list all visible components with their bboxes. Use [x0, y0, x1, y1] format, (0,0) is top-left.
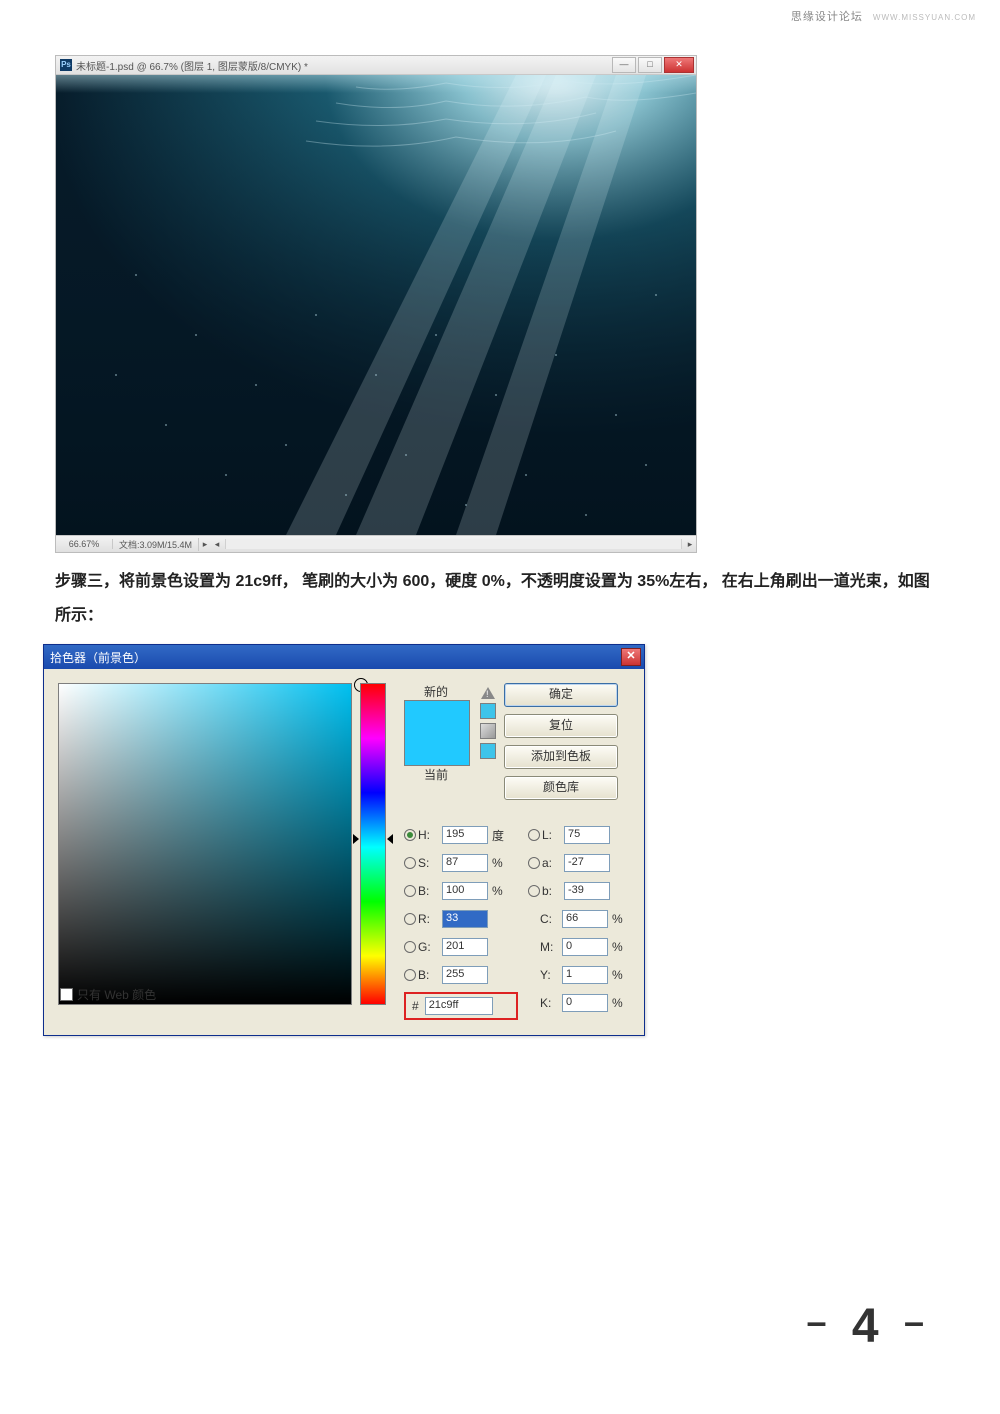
watermark-text: 思缘设计论坛 [791, 11, 863, 23]
unit-pct-y: % [608, 968, 630, 982]
web-only-checkbox-row: 只有 Web 颜色 [60, 986, 156, 1003]
input-l[interactable]: 75 [564, 826, 610, 844]
doc-info: 文档:3.09M/15.4M [113, 538, 199, 551]
label-g: G: [418, 940, 442, 954]
color-swatch [404, 700, 470, 766]
maximize-button[interactable]: □ [638, 57, 662, 73]
unit-pct-k: % [608, 996, 630, 1010]
input-a[interactable]: -27 [564, 854, 610, 872]
websafe-swatch[interactable] [480, 743, 496, 759]
color-library-button[interactable]: 颜色库 [504, 776, 618, 800]
new-color-label: 新的 [404, 683, 468, 700]
color-picker-dialog: 拾色器（前景色） ✕ 新的 当前 [43, 644, 645, 1036]
label-s: S: [418, 856, 442, 870]
current-color [405, 733, 469, 765]
websafe-cube-icon[interactable] [480, 723, 496, 739]
unit-pct-m: % [608, 940, 630, 954]
watermark-url: WWW.MISSYUAN.COM [873, 13, 976, 22]
unit-pct-b: % [488, 884, 510, 898]
input-h[interactable]: 195 [442, 826, 488, 844]
gamut-warning-icon[interactable] [481, 687, 495, 699]
scroll-left-arrow-icon[interactable]: ◂ [211, 539, 223, 550]
add-swatch-button[interactable]: 添加到色板 [504, 745, 618, 769]
gamut-swatch[interactable] [480, 703, 496, 719]
current-color-label: 当前 [404, 766, 468, 783]
label-h: H: [418, 828, 442, 842]
saturation-brightness-field[interactable] [58, 683, 352, 1005]
hscrollbar[interactable] [225, 539, 682, 549]
window-controls: — □ ✕ [610, 57, 694, 73]
new-color [405, 701, 469, 733]
label-hash: # [412, 999, 419, 1013]
input-s[interactable]: 87 [442, 854, 488, 872]
close-icon[interactable]: ✕ [621, 648, 641, 666]
radio-bc[interactable] [404, 969, 416, 981]
scroll-right-arrow-icon[interactable]: ▸ [684, 539, 696, 550]
label-c: C: [540, 912, 562, 926]
label-bc: B: [418, 968, 442, 982]
dialog-body: 新的 当前 确定 复位 添加到色板 颜色库 [44, 669, 644, 1035]
step-text: 步骤三，将前景色设置为 21c9ff， 笔刷的大小为 600，硬度 0%，不透明… [55, 565, 945, 632]
input-hex[interactable]: 21c9ff [425, 997, 493, 1015]
close-button[interactable]: ✕ [664, 57, 694, 73]
hue-strip[interactable] [360, 683, 386, 1005]
radio-s[interactable] [404, 857, 416, 869]
watermark: 思缘设计论坛 WWW.MISSYUAN.COM [791, 8, 976, 24]
input-m[interactable]: 0 [562, 938, 608, 956]
radio-a[interactable] [528, 857, 540, 869]
ps-title-text: 未标题-1.psd @ 66.7% (图层 1, 图层蒙版/8/CMYK) * [76, 58, 308, 73]
label-a: a: [542, 856, 564, 870]
radio-l[interactable] [528, 829, 540, 841]
scroll-left-icon[interactable]: ▸ [199, 539, 211, 550]
input-k[interactable]: 0 [562, 994, 608, 1012]
zoom-level[interactable]: 66.67% [56, 539, 113, 549]
minimize-button[interactable]: — [612, 57, 636, 73]
radio-h[interactable] [404, 829, 416, 841]
dialog-title-text: 拾色器（前景色） [50, 649, 146, 666]
input-r[interactable]: 33 [442, 910, 488, 928]
web-only-label: 只有 Web 颜色 [77, 986, 156, 1003]
input-c[interactable]: 66 [562, 910, 608, 928]
label-lab-b: b: [542, 884, 564, 898]
input-y[interactable]: 1 [562, 966, 608, 984]
label-y: Y: [540, 968, 562, 982]
unit-pct-s: % [488, 856, 510, 870]
label-k: K: [540, 996, 562, 1010]
page-num-value: 4 [852, 1300, 885, 1353]
web-only-checkbox[interactable] [60, 988, 73, 1001]
unit-deg: 度 [488, 827, 510, 844]
ok-button[interactable]: 确定 [504, 683, 618, 707]
hue-slider-left-icon [353, 834, 359, 844]
radio-r[interactable] [404, 913, 416, 925]
radio-lab-b[interactable] [528, 885, 540, 897]
input-bc[interactable]: 255 [442, 966, 488, 984]
radio-g[interactable] [404, 941, 416, 953]
ps-titlebar: Ps 未标题-1.psd @ 66.7% (图层 1, 图层蒙版/8/CMYK)… [56, 56, 696, 75]
unit-pct-c: % [608, 912, 630, 926]
hex-row-highlight: # 21c9ff [404, 992, 518, 1020]
ps-status-bar: 66.67% 文档:3.09M/15.4M ▸ ◂ ▸ [56, 535, 696, 552]
input-bv[interactable]: 100 [442, 882, 488, 900]
canvas-underwater-image [56, 75, 696, 535]
reset-button[interactable]: 复位 [504, 714, 618, 738]
label-l: L: [542, 828, 564, 842]
label-bv: B: [418, 884, 442, 898]
hue-slider-right-icon [387, 834, 393, 844]
input-g[interactable]: 201 [442, 938, 488, 956]
ps-app-icon: Ps [60, 59, 72, 71]
ps-document-window: Ps 未标题-1.psd @ 66.7% (图层 1, 图层蒙版/8/CMYK)… [55, 55, 697, 553]
dialog-titlebar[interactable]: 拾色器（前景色） ✕ [44, 645, 644, 669]
radio-b[interactable] [404, 885, 416, 897]
page-number: – 4 – [807, 1299, 930, 1354]
label-r: R: [418, 912, 442, 926]
label-m: M: [540, 940, 562, 954]
input-lab-b[interactable]: -39 [564, 882, 610, 900]
